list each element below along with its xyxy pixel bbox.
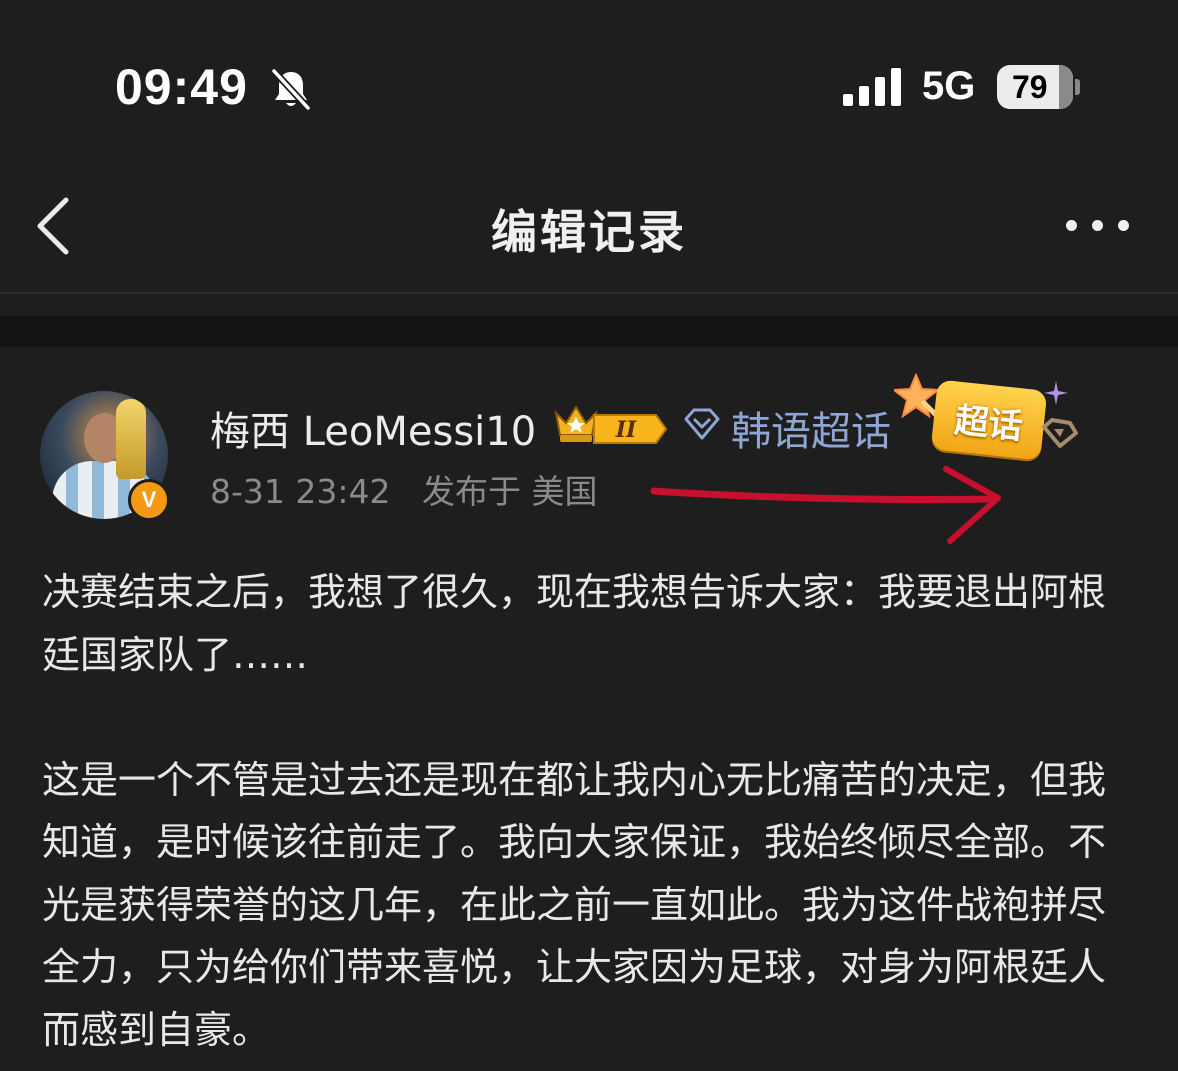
bell-muted-icon [271,68,311,111]
post-meta: 8-31 23:42 发布于 美国 [210,465,597,513]
avatar-trophy [116,399,146,479]
page-title: 编辑记录 [491,205,687,259]
cellular-signal-icon [843,68,901,106]
more-dot [1066,219,1077,231]
more-dot [1118,219,1129,231]
section-separator [0,316,1178,347]
sparkle-icon [1044,381,1068,405]
post-date: 8-31 23:42 [210,472,391,511]
post-card: V 梅西 LeoMessi10 II 韩语超话 超话 8-31 23:42 发布… [0,347,1178,1071]
post-paragraph: 决赛结束之后，我想了很久，现在我想告诉大家：我要退出阿根廷国家队了…… [42,570,1107,677]
red-arrow-annotation [650,466,1001,544]
post-body: 决赛结束之后，我想了很久，现在我想告诉大家：我要退出阿根廷国家队了…… 这是一个… [42,561,1142,1061]
battery-level: 79 [1012,68,1048,105]
super-topic-diamond-icon [684,408,720,440]
navigation-bar: 编辑记录 [0,150,1178,292]
battery-tip [1075,79,1080,95]
super-topic-badge[interactable]: 超话 [930,379,1048,461]
more-dot [1092,219,1103,231]
more-options-icon[interactable] [1066,210,1138,240]
verified-badge: V [128,479,170,521]
status-time: 09:49 [115,59,248,115]
super-topic-link[interactable]: 韩语超话 [731,399,891,457]
diamond-badge-icon [1042,418,1078,448]
status-bar: 09:49 5G 79 [0,0,1178,150]
battery-indicator: 79 [997,65,1073,109]
author-name[interactable]: 梅西 LeoMessi10 [210,399,536,457]
nav-divider [0,292,1178,294]
network-type: 5G [922,64,976,108]
level-badge-text: II [615,417,637,443]
post-location: 发布于 美国 [421,472,598,511]
crown-level-badge-icon[interactable]: II [552,401,670,447]
post-paragraph: 这是一个不管是过去还是现在都让我内心无比痛苦的决定，但我知道，是时候该往前走了。… [42,757,1107,1052]
battery-empty-portion [1059,65,1073,109]
